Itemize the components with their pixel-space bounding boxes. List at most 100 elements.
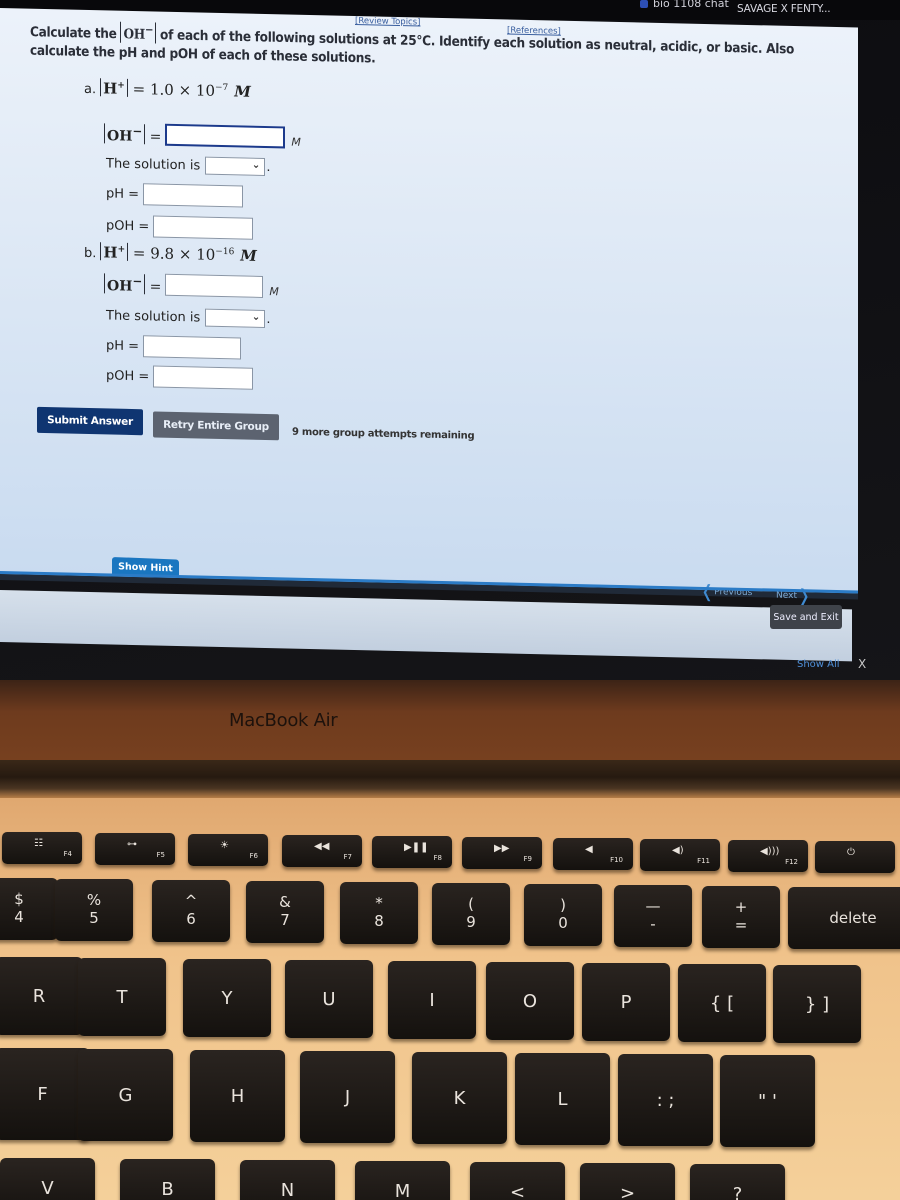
key-label: F6 [249,852,258,860]
bookmark-chat-label: bio 1108 chat [653,0,729,10]
key-f6[interactable]: ☀ F6 [188,834,268,866]
key-[interactable]: " ' [720,1055,815,1147]
retry-group-button[interactable]: Retry Entire Group [153,411,279,441]
key--[interactable]: — - [614,885,692,947]
key-<[interactable]: < [470,1162,565,1200]
bookmark-chat[interactable]: bio 1108 chat [640,0,729,10]
power-icon: ⏻ [847,847,855,858]
key-Y[interactable]: Y [183,959,271,1037]
key-power[interactable]: ⏻ [815,841,895,873]
key-H[interactable]: H [190,1050,285,1142]
key-?[interactable]: ? [690,1164,785,1200]
bookmark-savage[interactable]: SAVAGE X FENTY... [737,3,831,15]
show-hint-button[interactable]: Show Hint [112,556,179,578]
key-7[interactable]: & 7 [246,881,324,943]
key-{[[interactable]: { [ [678,964,766,1042]
key-0[interactable]: ) 0 [524,884,602,946]
rewind-icon: ◀◀ [314,841,330,852]
key-8[interactable]: * 8 [340,882,418,944]
answer-actions: Submit Answer Retry Entire Group 9 more … [35,402,535,453]
submit-answer-button[interactable]: Submit Answer [37,406,143,436]
key-N[interactable]: N [240,1160,335,1200]
key-M[interactable]: M [355,1161,450,1200]
key-label: F8 [433,854,442,862]
key->[interactable]: > [580,1163,675,1200]
key-f5[interactable]: ⊶ F5 [95,833,175,865]
keyboard-backlight-down-icon: ⊶ [127,839,137,850]
part-b-ph-label: pH = [106,337,140,354]
key-label: F12 [785,858,798,866]
key-4[interactable]: $4 [0,878,58,940]
key-f9[interactable]: ▶▶ F9 [462,837,542,869]
key-f8[interactable]: ▶❚❚ F8 [372,836,452,868]
key-[interactable]: : ; [618,1054,713,1146]
part-a-solution-select[interactable]: ⌄ [205,156,266,177]
key-9[interactable]: (9 [432,883,510,945]
key-}][interactable]: } ] [773,965,861,1043]
part-b-poh-input[interactable] [153,365,254,390]
laptop-screen: bio 1108 chat SAVAGE X FENTY... [Review … [0,0,900,690]
keyboard-deck: ☷ F4 ⊶ F5 ☀ F6 ◀◀ F7 ▶❚❚ F8 ▶▶ F9 ◀ F10 ◀) F11 ◀))) F12 ⏻ $… [0,798,900,1200]
key-P[interactable]: P [582,963,670,1041]
chevron-down-icon: ⌄ [251,311,261,323]
part-a-poh-input[interactable] [153,215,254,240]
part-b-oh-unit: M [269,284,279,298]
part-b-oh-input[interactable] [165,273,264,298]
downloads-show-all-link[interactable]: Show All [797,659,840,670]
part-a-solution-label: The solution is [106,155,201,174]
laptop-bezel [0,680,900,760]
part-b-solution-label: The solution is [106,307,201,326]
mute-icon: ◀ [585,844,593,855]
attempts-remaining: 9 more group attempts remaining [292,426,475,442]
key-f7[interactable]: ◀◀ F7 [282,835,362,867]
key-R[interactable]: R [0,957,83,1035]
laptop-hinge [0,760,900,798]
close-downloads-icon[interactable]: X [858,657,866,671]
key-f12[interactable]: ◀))) F12 [728,840,808,872]
question-panel: [Review Topics] [References] Calculate t… [0,8,858,606]
volume-down-icon: ◀) [672,845,684,856]
play-pause-icon: ▶❚❚ [404,842,429,853]
part-a-oh-input[interactable] [165,123,286,149]
key-K[interactable]: K [412,1052,507,1144]
key-U[interactable]: U [285,960,373,1038]
key-B[interactable]: B [120,1159,215,1200]
key-L[interactable]: L [515,1053,610,1145]
part-b-ph-input[interactable] [143,335,242,360]
key-G[interactable]: G [78,1049,173,1141]
key-label: F11 [697,857,710,865]
key-J[interactable]: J [300,1051,395,1143]
favicon-icon [640,0,648,8]
key-I[interactable]: I [388,961,476,1039]
part-a-poh-label: pOH = [106,217,150,234]
key-T[interactable]: T [78,958,166,1036]
volume-up-icon: ◀))) [760,846,780,857]
key-delete[interactable]: delete [788,887,900,949]
part-a-oh-label: OH− = [104,123,161,145]
part-b-oh-label: OH− = [104,273,161,295]
key-5[interactable]: % 5 [55,879,133,941]
chevron-left-icon: ❬ [700,581,715,603]
key-6[interactable]: ^ 6 [152,880,230,942]
key-label: F5 [156,851,165,859]
previous-button[interactable]: ❬ Previous [700,582,752,603]
key-label: F10 [610,856,623,864]
launchpad-icon: ☷ [34,838,43,849]
key-f11[interactable]: ◀) F11 [640,839,720,871]
key-f10[interactable]: ◀ F10 [553,838,633,870]
review-topics-link[interactable]: [Review Topics] [355,16,420,27]
next-button[interactable]: Next ❭ [776,586,811,606]
save-and-exit-button[interactable]: Save and Exit [770,605,842,629]
part-b-given: b. H+ = 9.8 × 10−16 M [84,242,257,265]
key-f4[interactable]: ☷ F4 [2,832,82,864]
hydroxide-concentration: OH− [120,21,157,44]
key-=[interactable]: + = [702,886,780,948]
key-F[interactable]: F [0,1048,90,1140]
key-O[interactable]: O [486,962,574,1040]
part-a-ph-input[interactable] [143,183,244,208]
key-V[interactable]: V [0,1158,95,1200]
key-label: F7 [343,853,352,861]
key-label: F4 [63,850,72,858]
part-b-poh-label: pOH = [106,367,150,384]
part-b-solution-select[interactable]: ⌄ [205,308,266,329]
